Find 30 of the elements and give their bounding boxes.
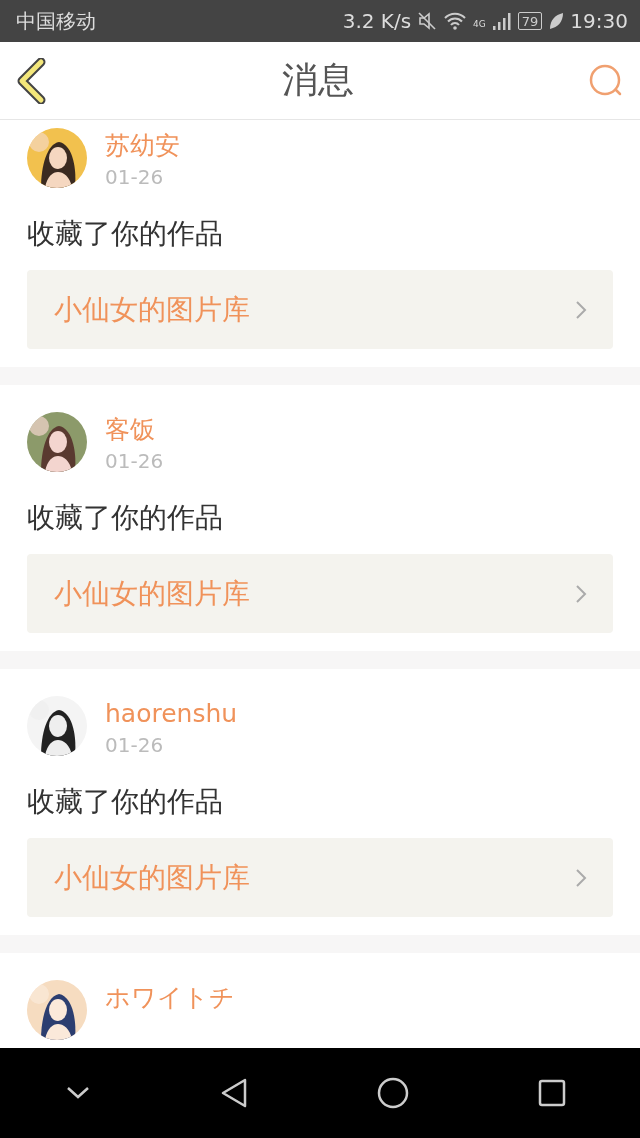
home-icon[interactable] (376, 1077, 409, 1109)
leaf-icon (548, 12, 565, 30)
work-link[interactable]: 小仙女的图片库 (27, 554, 613, 633)
chevron-right-icon (575, 299, 587, 320)
network-type: 4G (473, 19, 486, 29)
user-name[interactable]: 客饭 (105, 412, 164, 448)
back-icon[interactable] (219, 1077, 248, 1109)
user-name[interactable]: 苏幼安 (105, 128, 180, 164)
message-text: 收藏了你的作品 (27, 500, 224, 536)
back-icon[interactable] (16, 57, 48, 104)
chevron-right-icon (575, 583, 587, 604)
work-link[interactable]: 小仙女的图片库 (27, 838, 613, 917)
clock-time: 19:30 (570, 9, 628, 33)
recents-icon[interactable] (537, 1079, 566, 1107)
page-title: 消息 (282, 58, 354, 102)
message-date: 01-26 (105, 732, 165, 759)
message-text: 收藏了你的作品 (27, 784, 224, 820)
signal-icon (491, 11, 512, 31)
network-speed: 3.2 K/s (342, 9, 412, 33)
work-link[interactable]: 小仙女的图片库 (27, 270, 613, 349)
message-date: 01-26 (105, 448, 164, 475)
chevron-right-icon (575, 867, 587, 888)
message-date: 01-26 (105, 164, 165, 191)
user-name[interactable]: haorenshu (105, 696, 238, 732)
mute-icon (417, 11, 438, 31)
carrier-name: 中国移动 (16, 7, 96, 35)
message-text: 收藏了你的作品 (27, 216, 224, 252)
battery-level: 79 (517, 12, 543, 30)
wifi-icon (443, 11, 468, 31)
user-name[interactable]: ホワイトチ (105, 980, 235, 1016)
